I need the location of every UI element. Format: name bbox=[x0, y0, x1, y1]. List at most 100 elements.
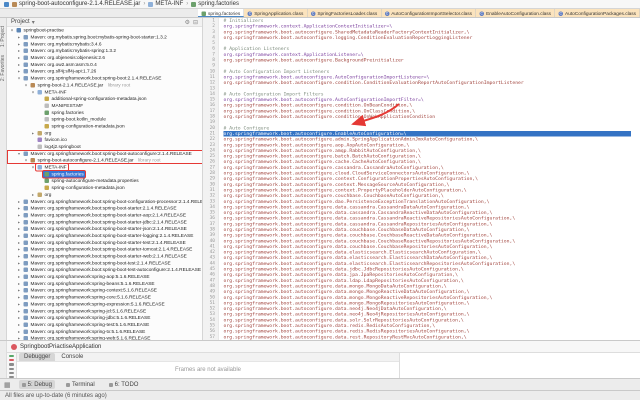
tree-item-content[interactable]: spring.factories bbox=[43, 170, 86, 178]
tool-window-switcher-icon[interactable]: ▦ bbox=[4, 381, 11, 389]
editor-pane[interactable]: 1 # Initializers 2 org.springframework.cont… bbox=[203, 18, 640, 340]
tree-item[interactable]: ▸ Maven: org.mybatis:mybatis:3.4.6 bbox=[7, 41, 202, 48]
collapse-all-icon[interactable]: ⊟ bbox=[193, 19, 198, 26]
tree-item-content[interactable]: Maven: org.springframework.boot:spring-b… bbox=[22, 219, 188, 226]
stop-icon[interactable] bbox=[9, 359, 14, 362]
tree-item-content[interactable]: spring-boot.kotlin_module bbox=[43, 116, 107, 123]
tree-item[interactable]: ▸ Maven: org.springframework.boot:spring-… bbox=[7, 232, 202, 239]
tree-item-content[interactable]: spring-boot-2.1.4.RELEASE.jar bbox=[29, 82, 105, 89]
tree-item-content[interactable]: META-INF bbox=[36, 164, 68, 171]
pause-icon[interactable] bbox=[9, 367, 14, 370]
tree-item[interactable]: ▸ Maven: org.springframework.boot:spring-… bbox=[7, 267, 202, 274]
tree-item[interactable]: spring-configuration-metadata.json bbox=[7, 184, 202, 191]
library-tab[interactable]: C EnableAutoConfiguration.class bbox=[476, 9, 556, 17]
tree-item[interactable]: ▸ Maven: org.springframework:spring-jdbc:… bbox=[7, 314, 202, 321]
tree-item[interactable]: additional-spring-configuration-metadata… bbox=[7, 95, 202, 102]
tree-item-content[interactable]: Maven: org.objenesis:objenesis:2.6 bbox=[22, 55, 106, 62]
tree-item[interactable]: spring.factories bbox=[7, 170, 202, 178]
resume-icon[interactable] bbox=[9, 363, 14, 366]
tree-item-content[interactable]: Maven: org.springframework:spring-jcl:5.… bbox=[22, 308, 148, 315]
tree-item-content[interactable]: Maven: org.springframework.boot:spring-b… bbox=[22, 212, 188, 219]
tree-item-content[interactable]: Maven: org.springframework.boot:spring-b… bbox=[22, 267, 202, 274]
tree-item[interactable]: spring-autoconfigure-metadata.properties bbox=[7, 178, 202, 185]
debug-tab-debugger[interactable]: Debugger bbox=[19, 353, 56, 361]
tree-item-content[interactable]: Maven: org.slf4j:slf4j-api:1.7.26 bbox=[22, 68, 98, 75]
tree-item[interactable]: ▸ Maven: org.springframework.boot:spring-… bbox=[7, 198, 202, 205]
app-menu-icon[interactable] bbox=[4, 1, 9, 7]
tree-item-content[interactable]: spring.factories bbox=[43, 109, 85, 116]
tree-item-content[interactable]: Maven: org.springframework:spring-aop:5.… bbox=[22, 274, 151, 281]
tree-item[interactable]: ▸ Maven: org.springframework:spring-aop:5… bbox=[7, 273, 202, 280]
tree-item-content[interactable]: log4j2.springboot bbox=[36, 144, 82, 151]
tree-item-content[interactable]: Maven: org.springframework:spring-core:5… bbox=[22, 294, 152, 301]
tree-item[interactable]: ▸ Maven: org.mybatis:mybatis-spring:1.3.2 bbox=[7, 48, 202, 55]
tree-item[interactable]: ▸ Maven: org.springframework:spring-beans… bbox=[7, 280, 202, 287]
breadcrumb-item[interactable]: META-INF bbox=[148, 1, 183, 7]
tree-item[interactable]: ▸ Maven: org.springframework:spring-expre… bbox=[7, 301, 202, 308]
tree-item-content[interactable]: Maven: org.springframework.boot:spring-b… bbox=[22, 198, 202, 205]
tree-item[interactable]: ▾ META-INF bbox=[7, 164, 202, 171]
tree-item[interactable]: ▾ Maven: org.springframework.boot:spring-… bbox=[7, 75, 202, 82]
tree-item-content[interactable]: Maven: org.springframework.boot:spring-b… bbox=[22, 226, 188, 233]
tool-strip-button[interactable]: 1: Project bbox=[0, 26, 6, 47]
tool-window-button[interactable]: Terminal bbox=[63, 380, 98, 389]
tree-item-content[interactable]: Maven: org.springframework.boot:spring-b… bbox=[22, 75, 163, 82]
tree-item[interactable]: ▾ META-INF bbox=[7, 89, 202, 96]
tree-item-content[interactable]: Maven: org.mybatis:mybatis:3.4.6 bbox=[22, 41, 103, 48]
tree-item[interactable]: ▸ Maven: org.springframework:spring-tx:5.… bbox=[7, 328, 202, 335]
library-tab[interactable]: C SpringApplication.class bbox=[244, 9, 308, 17]
debug-tab-console[interactable]: Console bbox=[56, 353, 88, 361]
tree-item[interactable]: ▸ Maven: org.springframework.boot:spring-… bbox=[7, 225, 202, 232]
tree-item[interactable]: ▾ springboot-practise bbox=[7, 27, 202, 34]
tree-item[interactable]: MANIFEST.MF bbox=[7, 102, 202, 109]
tree-item-content[interactable]: Maven: org.ow2.asm:asm:5.0.4 bbox=[22, 61, 98, 68]
breadcrumb-item[interactable]: spring.factories bbox=[191, 1, 239, 7]
editor-line[interactable]: 57 org.springframework.boot.autoconfigure… bbox=[203, 334, 631, 340]
tree-item[interactable]: ▸ Maven: org.springframework.boot:spring-… bbox=[7, 253, 202, 260]
tree-item-content[interactable]: org bbox=[36, 130, 53, 137]
tree-item-content[interactable]: Maven: org.springframework.boot:spring-b… bbox=[22, 260, 172, 267]
library-tab[interactable]: C SpringFactoriesLoader.class bbox=[307, 9, 382, 17]
tree-item-content[interactable]: spring-autoconfigure-metadata.properties bbox=[43, 178, 140, 185]
tree-item[interactable]: spring.factories bbox=[7, 109, 202, 116]
tree-item-content[interactable]: Maven: org.springframework:spring-test:5… bbox=[22, 321, 151, 328]
tree-item[interactable]: ▸ Maven: org.springframework:spring-conte… bbox=[7, 287, 202, 294]
tree-item[interactable]: ▾ spring-boot-2.1.4.RELEASE.jar library r… bbox=[7, 82, 202, 89]
tree-item[interactable]: log4j2.springboot bbox=[7, 143, 202, 150]
tree-item[interactable]: ▸ Maven: org.springframework.boot:spring-… bbox=[7, 219, 202, 226]
tree-item-content[interactable]: Maven: org.springframework:spring-contex… bbox=[22, 287, 158, 294]
tree-item-content[interactable]: Maven: org.springframework.boot:spring-b… bbox=[22, 253, 188, 260]
tree-item-content[interactable]: META-INF bbox=[36, 89, 68, 96]
tree-item-content[interactable]: MANIFEST.MF bbox=[43, 102, 85, 109]
tree-item[interactable]: spring-configuration-metadata.json bbox=[7, 123, 202, 130]
tree-item-content[interactable]: Maven: org.springframework:spring-expres… bbox=[22, 301, 166, 308]
tree-item[interactable]: ▸ Maven: org.springframework:spring-web:5… bbox=[7, 335, 202, 340]
tree-item-content[interactable]: Maven: org.mybatis:mybatis-spring:1.3.2 bbox=[22, 48, 118, 55]
tree-item[interactable]: ▸ Maven: org.springframework:spring-jcl:5… bbox=[7, 308, 202, 315]
tree-item[interactable]: ▸ Maven: org.ow2.asm:asm:5.0.4 bbox=[7, 61, 202, 68]
tree-item[interactable]: favicon.ico bbox=[7, 137, 202, 144]
tree-item-content[interactable]: Maven: org.springframework:spring-beans:… bbox=[22, 280, 156, 287]
tree-item[interactable]: ▾ spring-boot-autoconfigure-2.1.4.RELEASE… bbox=[7, 157, 202, 164]
tree-item[interactable]: ▸ Maven: org.springframework.boot:spring-… bbox=[7, 239, 202, 246]
tree-item-content[interactable]: springboot-practise bbox=[15, 27, 65, 34]
tree-item[interactable]: ▸ org bbox=[7, 130, 202, 137]
tree-item[interactable]: ▸ Maven: org.slf4j:slf4j-api:1.7.26 bbox=[7, 68, 202, 75]
tree-item-content[interactable]: Maven: org.springframework.boot:spring-b… bbox=[22, 205, 178, 212]
rerun-icon[interactable] bbox=[9, 355, 14, 358]
tree-item-content[interactable]: spring-configuration-metadata.json bbox=[43, 123, 126, 130]
tree-item-content[interactable]: spring-boot-autoconfigure-2.1.4.RELEASE.… bbox=[29, 157, 135, 164]
tree-item-content[interactable]: favicon.ico bbox=[36, 137, 68, 144]
settings-icon[interactable]: ⚙ bbox=[185, 19, 190, 26]
tree-item[interactable]: ▸ org bbox=[7, 191, 202, 198]
tree-item[interactable]: ▸ Maven: org.springframework:spring-core:… bbox=[7, 294, 202, 301]
tree-item[interactable]: ▾ Maven: org.springframework.boot:spring-… bbox=[7, 150, 202, 157]
breadcrumb-item[interactable]: spring-boot-autoconfigure-2.1.4.RELEASE.… bbox=[12, 1, 140, 7]
tree-item-content[interactable]: Maven: org.springframework.boot:spring-b… bbox=[22, 150, 193, 157]
tree-item-content[interactable]: Maven: org.springframework:spring-tx:5.1… bbox=[22, 328, 147, 335]
tool-window-button[interactable]: 6: TODO bbox=[106, 380, 142, 389]
tree-item-content[interactable]: Maven: org.springframework:spring-web:5.… bbox=[22, 335, 152, 340]
tree-item-content[interactable]: Maven: org.springframework.boot:spring-b… bbox=[22, 246, 194, 253]
library-tab[interactable]: C AutoConfigurationPackages.class bbox=[555, 9, 640, 17]
tree-item[interactable]: ▸ Maven: org.objenesis:objenesis:2.6 bbox=[7, 54, 202, 61]
